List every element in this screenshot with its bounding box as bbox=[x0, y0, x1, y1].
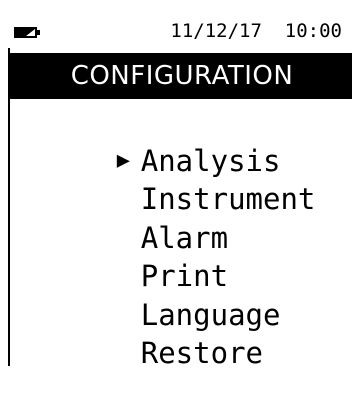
title-bar: CONFIGURATION bbox=[8, 53, 352, 99]
date-text: 11/12/17 bbox=[170, 20, 262, 42]
device-screen: 11/12/17 10:00 CONFIGURATION ▶ Analysis I… bbox=[0, 0, 352, 371]
battery-icon bbox=[14, 27, 41, 38]
date-time: 11/12/17 10:00 bbox=[170, 16, 342, 46]
page-title: CONFIGURATION bbox=[70, 61, 294, 91]
menu-item-print[interactable]: Print bbox=[12, 219, 342, 293]
menu-item-restore[interactable]: Restore bbox=[12, 296, 342, 370]
configuration-menu: ▶ Analysis Instrument Alarm Print Languag… bbox=[12, 103, 342, 371]
time-text: 10:00 bbox=[284, 20, 342, 42]
menu-item-analysis[interactable]: ▶ Analysis bbox=[12, 103, 342, 178]
menu-item-instrument[interactable]: Instrument bbox=[12, 142, 342, 216]
status-bar: 11/12/17 10:00 bbox=[0, 0, 352, 52]
menu-item-alarm[interactable]: Alarm bbox=[12, 180, 342, 255]
menu-item-label: Restore bbox=[140, 336, 263, 370]
menu-item-language[interactable]: Language bbox=[12, 257, 342, 332]
